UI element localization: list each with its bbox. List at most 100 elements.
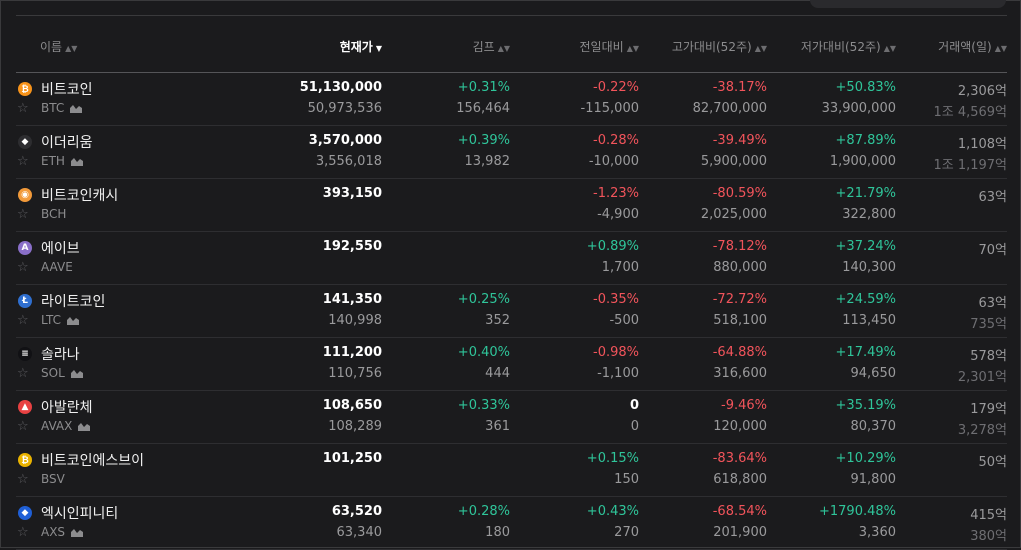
favorite-star-icon[interactable]: ☆ — [17, 472, 29, 487]
foreign-price: 108,289 — [328, 419, 382, 434]
kimp-amount: 352 — [485, 313, 510, 328]
sort-icon: ▲▼ — [994, 44, 1007, 53]
header-kimp[interactable]: 김프 ▲▼ — [473, 38, 510, 55]
low-52w-price: 322,800 — [842, 207, 896, 222]
coin-logo-icon: ◆ — [18, 506, 32, 520]
change-amount: -500 — [609, 313, 639, 328]
favorite-star-icon[interactable]: ☆ — [17, 419, 29, 434]
high-52w-price: 120,000 — [713, 419, 767, 434]
kimp-amount: 13,982 — [464, 154, 511, 169]
high-52w-price: 2,025,000 — [700, 207, 767, 222]
coin-name[interactable]: 이더리움 — [41, 132, 93, 152]
change-percent: +0.89% — [586, 239, 639, 254]
coin-logo-icon: ₿ — [18, 82, 32, 96]
search-box-edge[interactable] — [810, 0, 1006, 8]
favorite-star-icon[interactable]: ☆ — [17, 101, 29, 116]
foreign-price: 110,756 — [328, 366, 382, 381]
high-52w-price: 316,600 — [713, 366, 767, 381]
from-low-percent: +37.24% — [835, 239, 896, 254]
header-price[interactable]: 현재가 ▼ — [340, 38, 382, 55]
low-52w-price: 80,370 — [850, 419, 897, 434]
table-header: 이름 ▲▼ 현재가 ▼ 김프 ▲▼ 전일대비 ▲▼ 고가대비(52주) ▲▼ 저가대비(5… — [16, 38, 1007, 58]
header-volume[interactable]: 거래액(일) ▲▼ — [938, 38, 1007, 55]
table-row[interactable]: A ☆ 에이브 AAVE 192,550 +0.89% 1,700 -78.12… — [16, 232, 1007, 285]
coin-name[interactable]: 엑시인피니티 — [41, 503, 118, 523]
favorite-star-icon[interactable]: ☆ — [17, 313, 29, 328]
mini-chart-icon[interactable] — [70, 369, 83, 378]
low-52w-price: 1,900,000 — [829, 154, 896, 169]
coin-name[interactable]: 비트코인 — [41, 79, 93, 99]
from-low-percent: +1790.48% — [818, 504, 896, 519]
coin-name[interactable]: 아발란체 — [41, 397, 93, 417]
foreign-price: 140,998 — [328, 313, 382, 328]
table-row[interactable]: ▲ ☆ 아발란체 AVAX 108,650 108,289 +0.33% 361… — [16, 391, 1007, 444]
coin-symbol: BCH — [41, 207, 67, 221]
header-change[interactable]: 전일대비 ▲▼ — [580, 38, 639, 55]
sort-icon: ▲▼ — [883, 44, 896, 53]
mini-chart-icon[interactable] — [71, 528, 84, 537]
mini-chart-icon[interactable] — [78, 422, 91, 431]
favorite-star-icon[interactable]: ☆ — [17, 207, 29, 222]
volume-krw: 63억 — [978, 190, 1007, 205]
table-row[interactable]: ◆ ☆ 엑시인피니티 AXS 63,520 63,340 +0.28% 180 … — [16, 497, 1007, 550]
table-row[interactable]: ◆ ☆ 이더리움 ETH 3,570,000 3,556,018 +0.39% … — [16, 126, 1007, 179]
table-row[interactable]: ₿ ☆ 비트코인 BTC 51,130,000 50,973,536 +0.31… — [16, 73, 1007, 126]
favorite-star-icon[interactable]: ☆ — [17, 260, 29, 275]
foreign-price: 3,556,018 — [315, 154, 382, 169]
kimp-amount: 444 — [485, 366, 510, 381]
from-low-percent: +21.79% — [835, 186, 896, 201]
table-row[interactable]: ≡ ☆ 솔라나 SOL 111,200 110,756 +0.40% 444 -… — [16, 338, 1007, 391]
from-low-percent: +35.19% — [835, 398, 896, 413]
coin-name[interactable]: 에이브 — [41, 238, 80, 258]
coin-symbol: BSV — [41, 472, 65, 486]
coin-name[interactable]: 솔라나 — [41, 344, 80, 364]
from-high-percent: -72.72% — [712, 292, 767, 307]
table-row[interactable]: Ł ☆ 라이트코인 LTC 141,350 140,998 +0.25% 352… — [16, 285, 1007, 338]
kimp-percent: +0.25% — [457, 292, 510, 307]
mini-chart-icon[interactable] — [70, 157, 83, 166]
favorite-star-icon[interactable]: ☆ — [17, 366, 29, 381]
from-low-percent: +24.59% — [835, 292, 896, 307]
volume-foreign: 2,301억 — [957, 370, 1007, 385]
from-high-percent: -9.46% — [721, 398, 767, 413]
change-amount: 1,700 — [601, 260, 639, 275]
header-name[interactable]: 이름 ▲▼ — [40, 38, 77, 55]
kimp-percent: +0.40% — [457, 345, 510, 360]
coin-name[interactable]: 라이트코인 — [41, 291, 105, 311]
current-price: 3,570,000 — [308, 133, 382, 148]
change-amount: 150 — [614, 472, 639, 487]
table-row[interactable]: ◉ ☆ 비트코인캐시 BCH 393,150 -1.23% -4,900 -80… — [16, 179, 1007, 232]
favorite-star-icon[interactable]: ☆ — [17, 525, 29, 540]
header-from-high[interactable]: 고가대비(52주) ▲▼ — [672, 38, 767, 55]
coin-symbol: ETH — [41, 154, 83, 168]
low-52w-price: 91,800 — [850, 472, 897, 487]
volume-krw: 578억 — [970, 349, 1007, 364]
sort-down-icon: ▼ — [375, 44, 382, 53]
volume-krw: 2,306억 — [957, 84, 1007, 99]
low-52w-price: 140,300 — [842, 260, 896, 275]
mini-chart-icon[interactable] — [67, 316, 80, 325]
favorite-star-icon[interactable]: ☆ — [17, 154, 29, 169]
volume-foreign: 3,278억 — [957, 423, 1007, 438]
coin-symbol: AAVE — [41, 260, 73, 274]
high-52w-price: 82,700,000 — [692, 101, 767, 116]
coin-symbol: LTC — [41, 313, 80, 327]
change-amount: -115,000 — [580, 101, 639, 116]
current-price: 141,350 — [322, 292, 382, 307]
current-price: 393,150 — [322, 186, 382, 201]
current-price: 51,130,000 — [299, 80, 382, 95]
sort-icon: ▲▼ — [497, 44, 510, 53]
kimp-amount: 156,464 — [456, 101, 510, 116]
header-from-low[interactable]: 저가대비(52주) ▲▼ — [801, 38, 896, 55]
table-row[interactable]: ₿ ☆ 비트코인에스브이 BSV 101,250 +0.15% 150 -83.… — [16, 444, 1007, 497]
current-price: 192,550 — [322, 239, 382, 254]
volume-krw: 179억 — [970, 402, 1007, 417]
kimp-percent: +0.28% — [457, 504, 510, 519]
coin-logo-icon: ◆ — [18, 135, 32, 149]
current-price: 101,250 — [322, 451, 382, 466]
coin-name[interactable]: 비트코인에스브이 — [41, 450, 144, 470]
volume-foreign: 735억 — [970, 317, 1007, 332]
mini-chart-icon[interactable] — [70, 104, 83, 113]
volume-krw: 63억 — [978, 296, 1007, 311]
coin-name[interactable]: 비트코인캐시 — [41, 185, 118, 205]
